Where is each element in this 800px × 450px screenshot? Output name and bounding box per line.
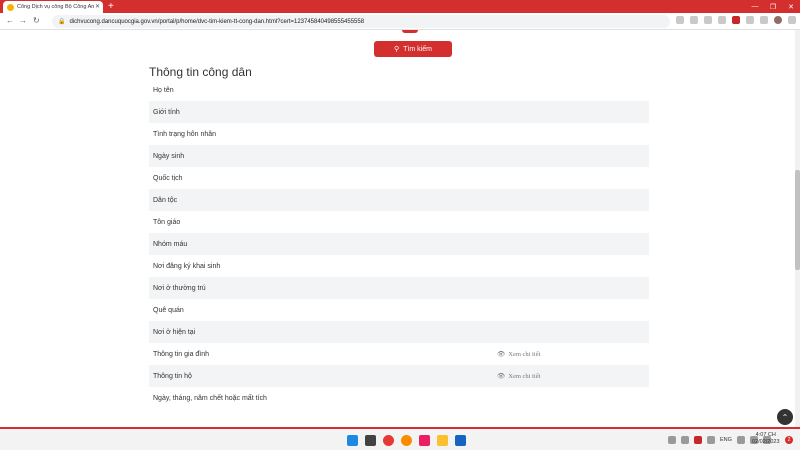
row-label: Tình trạng hôn nhân <box>153 130 217 138</box>
table-row: Tôn giáo <box>149 211 649 233</box>
tab-title: Cổng Dịch vụ công Bộ Công An <box>17 4 95 10</box>
view-details-link-family[interactable]: 👁 Xem chi tiết <box>497 343 540 365</box>
back-to-top-button[interactable]: ⌃ <box>777 409 793 425</box>
taskbar-apps <box>347 435 466 446</box>
address-bar[interactable]: 🔒 dichvucong.dancuquocgia.gov.vn/portal/… <box>52 15 670 28</box>
browser-tab[interactable]: Cổng Dịch vụ công Bộ Công An ✕ <box>3 1 103 13</box>
table-row: Dân tộc <box>149 189 649 211</box>
row-label: Thông tin hộ <box>153 372 192 380</box>
app-icon[interactable] <box>419 435 430 446</box>
row-label: Nơi ở thường trú <box>153 284 206 292</box>
search-button[interactable]: ⚲ Tìm kiếm <box>374 41 452 57</box>
site-favicon-icon <box>7 3 14 11</box>
clock-date: 02/02/2023 <box>752 439 780 445</box>
row-label: Quốc tịch <box>153 174 183 182</box>
view-details-label: Xem chi tiết <box>508 350 541 358</box>
browser-toolbar: ← → ↻ 🔒 dichvucong.dancuquocgia.gov.vn/p… <box>0 13 800 30</box>
row-label: Nhóm máu <box>153 240 188 248</box>
tab-close-icon[interactable]: ✕ <box>95 3 100 10</box>
eye-icon: 👁 <box>497 373 506 380</box>
cloud-icon[interactable] <box>681 436 689 444</box>
language-indicator[interactable]: ENG <box>720 437 732 443</box>
row-label: Họ tên <box>153 86 174 94</box>
sidebar-icon[interactable] <box>760 16 768 24</box>
minimize-icon[interactable]: — <box>746 0 764 13</box>
profile-avatar-icon[interactable] <box>774 16 782 24</box>
translate-icon[interactable] <box>704 16 712 24</box>
table-row: Quê quán <box>149 299 649 321</box>
google-icon[interactable] <box>676 16 684 24</box>
search-icon: ⚲ <box>394 46 400 53</box>
row-label: Tôn giáo <box>153 218 181 226</box>
table-row: Tình trạng hôn nhân <box>149 123 649 145</box>
table-row: Thông tin hộ 👁 Xem chi tiết <box>149 365 649 387</box>
wifi-icon[interactable] <box>736 436 745 444</box>
table-row: Ngày sinh <box>149 145 649 167</box>
view-details-link-household[interactable]: 👁 Xem chi tiết <box>497 365 540 387</box>
row-label: Giới tính <box>153 108 180 116</box>
start-windows-icon[interactable] <box>347 435 358 446</box>
page-content: ⚲ Tìm kiếm Thông tin công dân Họ tên Giớ… <box>0 30 795 427</box>
close-window-icon[interactable]: ✕ <box>782 0 800 13</box>
lock-icon: 🔒 <box>58 19 66 25</box>
table-row: Thông tin gia đình 👁 Xem chi tiết <box>149 343 649 365</box>
antivirus-icon[interactable] <box>694 436 702 444</box>
eye-icon: 👁 <box>497 351 506 358</box>
row-label: Thông tin gia đình <box>153 350 210 358</box>
row-label: Ngày sinh <box>153 152 185 160</box>
table-row: Quốc tịch <box>149 167 649 189</box>
citizen-info-table: Họ tên Giới tính Tình trạng hôn nhân Ngà… <box>149 79 649 409</box>
table-row: Nhóm máu <box>149 233 649 255</box>
word-icon[interactable] <box>455 435 466 446</box>
table-row: Nơi ở hiện tại <box>149 321 649 343</box>
chevron-up-tray-icon[interactable] <box>668 436 676 444</box>
taskbar-clock[interactable]: 4:07 CH 02/02/2023 <box>752 432 780 446</box>
url-text: dichvucong.dancuquocgia.gov.vn/portal/p/… <box>69 18 365 25</box>
bookmark-star-icon[interactable] <box>718 16 726 24</box>
scrollbar-thumb[interactable] <box>795 170 800 270</box>
forward-arrow-icon[interactable]: → <box>19 16 27 26</box>
row-label: Nơi đăng ký khai sinh <box>153 262 221 270</box>
firefox-icon[interactable] <box>401 435 412 446</box>
row-label: Dân tộc <box>153 196 178 204</box>
row-label: Ngày, tháng, năm chết hoặc mất tích <box>153 394 267 402</box>
collapsed-red-element <box>402 30 418 33</box>
search-button-label: Tìm kiếm <box>403 45 432 53</box>
clock-time: 4:07 CH <box>755 432 776 438</box>
extensions-puzzle-icon[interactable] <box>746 16 754 24</box>
share-icon[interactable] <box>690 16 698 24</box>
back-arrow-icon[interactable]: ← <box>6 16 14 26</box>
file-explorer-icon[interactable] <box>437 435 448 446</box>
task-view-icon[interactable] <box>365 435 376 446</box>
extension-icons <box>676 16 796 24</box>
notification-badge[interactable]: 2 <box>785 436 793 444</box>
shield-extension-icon[interactable] <box>732 16 740 24</box>
table-row: Giới tính <box>149 101 649 123</box>
security-icon[interactable] <box>707 436 715 444</box>
table-row: Ngày, tháng, năm chết hoặc mất tích <box>149 387 649 409</box>
reload-icon[interactable]: ↻ <box>33 16 40 26</box>
chevron-up-icon: ⌃ <box>781 412 789 422</box>
view-details-label: Xem chi tiết <box>508 372 541 380</box>
section-title: Thông tin công dân <box>149 65 252 79</box>
row-label: Quê quán <box>153 306 184 314</box>
windows-taskbar: ENG 4:07 CH 02/02/2023 2 <box>0 427 800 450</box>
table-row: Nơi ở thường trú <box>149 277 649 299</box>
chrome-icon[interactable] <box>383 435 394 446</box>
row-label: Nơi ở hiện tại <box>153 328 196 336</box>
kebab-menu-icon[interactable] <box>788 16 796 24</box>
new-tab-button[interactable]: + <box>108 1 114 12</box>
restore-icon[interactable]: ❐ <box>764 0 782 13</box>
browser-tab-bar: Cổng Dịch vụ công Bộ Công An ✕ + — ❐ ✕ <box>0 0 800 13</box>
table-row: Nơi đăng ký khai sinh <box>149 255 649 277</box>
table-row: Họ tên <box>149 79 649 101</box>
